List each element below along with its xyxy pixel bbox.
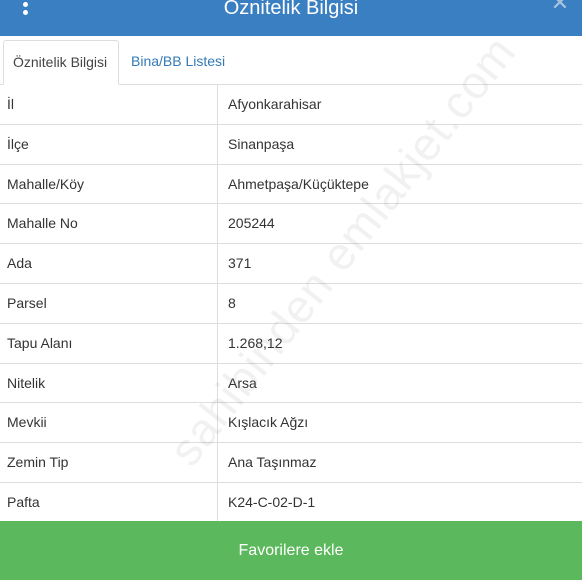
row-label: Mahalle/Köy [0,164,218,204]
row-value: 371 [228,255,252,272]
row-label: Pafta [0,482,218,522]
row-value: Arsa [228,374,257,391]
table-row: Nitelik Arsa [0,363,582,404]
tab-oznitelik-bilgisi[interactable]: Öznitelik Bilgisi [3,40,119,85]
row-value: 1.268,12 [228,334,283,351]
table-row: Mevkii Kışlacık Ağzı [0,403,582,444]
row-label: Tapu Alanı [0,323,218,363]
row-label: Parsel [0,283,218,323]
table-row: İlçe Sinanpaşa [0,124,582,165]
row-value: Kışlacık Ağzı [228,414,309,431]
row-label: İlçe [0,124,218,164]
row-value: Afyonkarahisar [228,96,322,112]
row-label: Mahalle No [0,204,218,244]
header-bar: Öznitelik Bilgisi ✕ [0,0,582,36]
attribute-table: İl Afyonkarahisar İlçe Sinanpaşa Mahalle… [0,85,582,523]
row-value: Ana Taşınmaz [228,454,317,471]
table-row: Zemin Tip Ana Taşınmaz [0,443,582,483]
add-to-favorites-button[interactable]: Favorilere ekle [0,521,582,580]
close-icon[interactable]: ✕ [548,0,572,16]
row-value: Sinanpaşa [228,135,295,152]
row-value: 8 [228,294,236,311]
tab-bina-bb-listesi[interactable]: Bina/BB Listesi [122,40,234,85]
row-label: Zemin Tip [0,443,218,482]
table-row: Pafta K24-C-02-D-1 [0,482,582,523]
page-title: Öznitelik Bilgisi [223,0,359,19]
table-row: Mahalle No 205244 [0,204,582,245]
row-value: Ahmetpaşa/Küçüktepe [228,175,369,192]
row-value: K24-C-02-D-1 [228,493,316,510]
table-row: Mahalle/Köy Ahmetpaşa/Küçüktepe [0,164,582,205]
row-label: Ada [0,244,218,283]
table-row: Tapu Alanı 1.268,12 [0,323,582,364]
row-value: 205244 [228,215,275,232]
row-label: Mevkii [0,403,218,443]
row-label: İl [0,85,218,124]
table-row: Ada 371 [0,244,582,284]
row-label: Nitelik [0,363,218,403]
table-row: İl Afyonkarahisar [0,85,582,125]
tab-bar: Öznitelik Bilgisi Bina/BB Listesi [0,36,582,85]
table-row: Parsel 8 [0,283,582,324]
